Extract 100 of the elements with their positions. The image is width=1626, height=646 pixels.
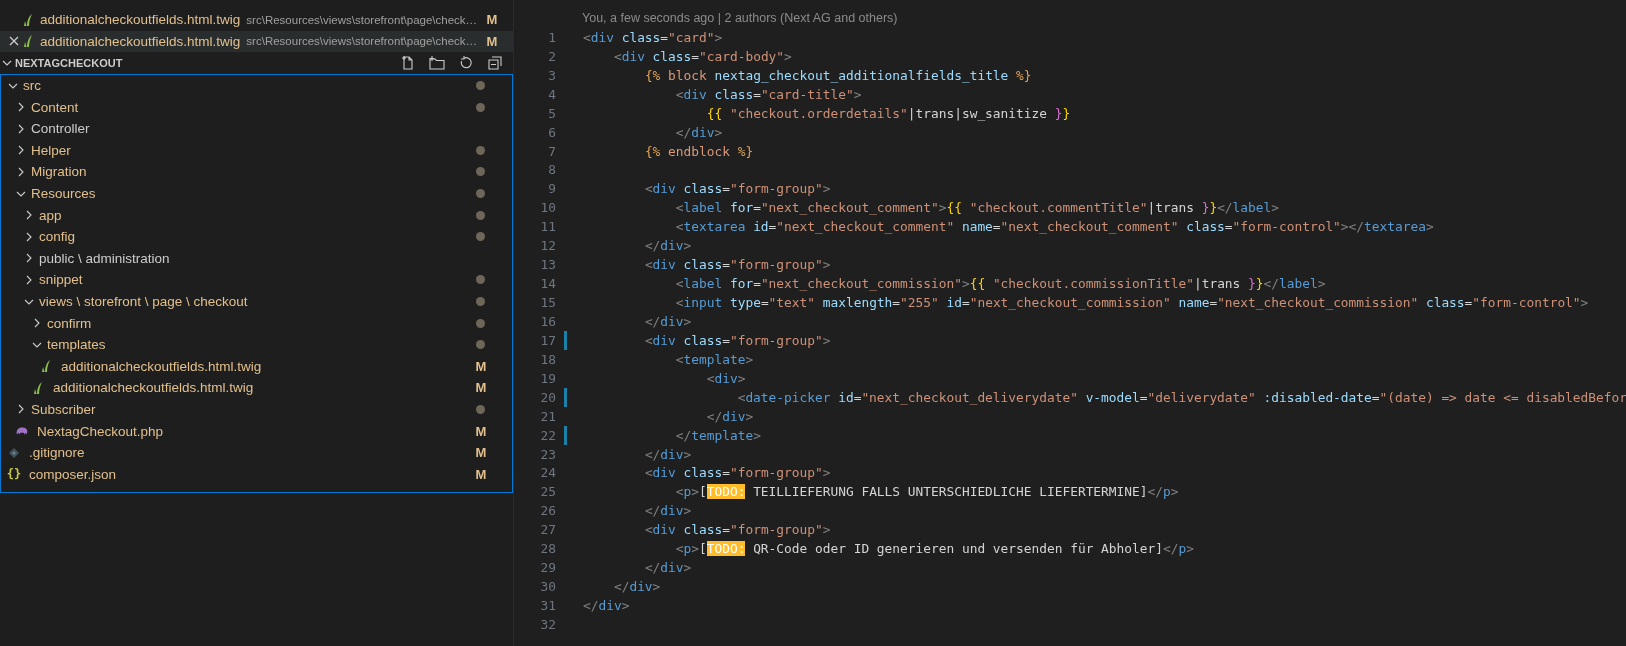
line-number: 8 [547, 162, 556, 178]
git-status-letter: M [485, 12, 499, 28]
code-line: {% endblock %} [643, 143, 754, 159]
code-line: <div class="form-group"> [643, 465, 831, 481]
line-number: 6 [547, 124, 556, 140]
line-number: 30 [539, 579, 556, 595]
code-line: </div> [583, 598, 630, 614]
twig-file-icon [32, 380, 44, 395]
code-line: {% block nextag_checkout_additionalfields_title %} [643, 67, 1032, 83]
code-line: <p>[TODO: QR-Code oder ID generieren und versenden für Abholer]</p> [674, 541, 1194, 557]
line-number: 31 [539, 598, 556, 614]
line-number: 18 [539, 351, 556, 367]
folder-name[interactable]: public \ administration [39, 250, 170, 266]
line-number: 4 [547, 86, 556, 102]
folder-name[interactable]: confirm [47, 315, 92, 331]
line-number: 7 [547, 143, 556, 159]
folder-name[interactable]: src [23, 78, 41, 94]
code-line: </div> [643, 313, 692, 329]
line-number: 21 [539, 408, 556, 424]
blame-annotation[interactable]: You, a few seconds ago | 2 authors (Next AG and others) [582, 9, 898, 28]
git-status-letter: M [474, 423, 488, 439]
git-status-letter: M [474, 445, 488, 461]
twig-file-icon [22, 12, 34, 27]
git-status-letter: M [474, 466, 488, 482]
line-number: 28 [539, 541, 556, 557]
section-title: NEXTAGCHECKOUT [15, 57, 123, 69]
refresh-icon[interactable] [458, 55, 474, 71]
line-number: 16 [539, 313, 556, 329]
code-line: <div class="form-group"> [643, 522, 831, 538]
code-line: <div class="form-group"> [643, 257, 831, 273]
git-status-letter: M [474, 358, 488, 374]
code-line: <p>[TODO: TEILLIEFERUNG FALLS UNTERSCHIEDLICHE LIEFERTERMINE]</p> [674, 484, 1179, 500]
folder-name[interactable]: Resources [31, 186, 96, 202]
git-status-letter: M [474, 380, 488, 396]
line-number: 19 [539, 370, 556, 386]
line-number: 17 [539, 332, 556, 348]
folder-name[interactable]: snippet [39, 272, 83, 288]
line-number: 14 [539, 276, 556, 292]
new-folder-icon[interactable] [429, 55, 445, 71]
close-icon[interactable] [8, 35, 20, 48]
file-name[interactable]: additionalcheckoutfields.html.twig [61, 358, 262, 374]
chevron-icon[interactable] [2, 58, 12, 68]
code-line: <input type="text" maxlength="255" id="next_checkout_commission" name="next_checkout_commission" class="form-control"> [674, 295, 1589, 311]
line-number: 15 [539, 295, 556, 311]
file-path: src\Resources\views\storefront\page\check… [246, 13, 478, 26]
code-line: </div> [674, 124, 723, 140]
folder-name[interactable]: Content [31, 99, 79, 115]
code-line: </div> [643, 560, 692, 576]
line-number: 9 [547, 181, 556, 197]
code-line: <div class="card-title"> [674, 86, 862, 102]
code-line: <div> [705, 370, 746, 386]
line-number: 26 [539, 503, 556, 519]
line-number: 2 [547, 48, 556, 64]
collapse-all-icon[interactable] [487, 55, 503, 71]
code-line: <template> [674, 351, 754, 367]
code-line: <label for="next_checkout_comment">{{ "checkout.commentTitle"|trans }}</label> [674, 200, 1279, 216]
folder-name[interactable]: app [39, 207, 62, 223]
twig-file-icon [40, 359, 52, 374]
file-name[interactable]: composer.json [29, 466, 117, 482]
line-number: 27 [539, 522, 556, 538]
line-number: 25 [539, 484, 556, 500]
line-number: 20 [539, 389, 556, 405]
diamond-icon [8, 445, 20, 460]
file-name[interactable]: .gitignore [29, 445, 85, 461]
line-number: 5 [547, 105, 556, 121]
folder-name[interactable]: Helper [31, 142, 71, 158]
code-line: <label for="next_checkout_commission">{{ "checkout.commissionTitle"|trans }}</label> [674, 276, 1326, 292]
code-line: <div class="form-group"> [643, 332, 831, 348]
code-line: </div> [612, 579, 661, 595]
line-number: 1 [547, 29, 556, 45]
line-number: 10 [539, 200, 556, 216]
code-line: </div> [643, 503, 692, 519]
line-number: 32 [539, 616, 556, 632]
code-line: </div> [643, 238, 692, 254]
code-line: </template> [674, 427, 761, 443]
line-number: 29 [539, 560, 556, 576]
file-name[interactable]: NextagCheckout.php [37, 423, 164, 439]
open-editor-item[interactable]: additionalcheckoutfields.html.twig src\Resources\views\storefront\page\check… M [0, 9, 513, 31]
folder-name[interactable]: Controller [31, 121, 90, 137]
new-file-icon[interactable] [400, 55, 416, 71]
code-line: </div> [643, 446, 692, 462]
folder-name[interactable]: Migration [31, 164, 87, 180]
todo-highlight: TODO: [706, 541, 746, 557]
file-name[interactable]: additionalcheckoutfields.html.twig [53, 380, 254, 396]
braces-icon: {} [6, 467, 22, 482]
folder-name[interactable]: Subscriber [31, 402, 96, 417]
code-line: <textarea id="next_checkout_comment" name="next_checkout_comment" class="form-control"></textarea> [674, 219, 1434, 235]
line-number: 24 [539, 465, 556, 481]
code-line: <div class="card"> [583, 29, 723, 45]
code-line: <div class="form-group"> [643, 181, 831, 197]
line-number: 22 [539, 427, 556, 443]
file-name: additionalcheckoutfields.html.twig [40, 12, 241, 28]
line-number: 3 [547, 67, 556, 83]
folder-name[interactable]: templates [47, 337, 106, 353]
folder-name[interactable]: views \ storefront \ page \ checkout [39, 294, 248, 309]
folder-name[interactable]: config [39, 229, 76, 245]
code-line: <date-picker id="next_checkout_deliverydate" v-model="deliverydate" :disabled-date="(date) => date <= disabledBefor [736, 389, 1626, 405]
twig-file-icon [22, 34, 34, 49]
line-number: 23 [539, 446, 556, 462]
open-editor-item[interactable]: additionalcheckoutfields.html.twig src\Resources\views\storefront\page\check… M [0, 30, 513, 53]
